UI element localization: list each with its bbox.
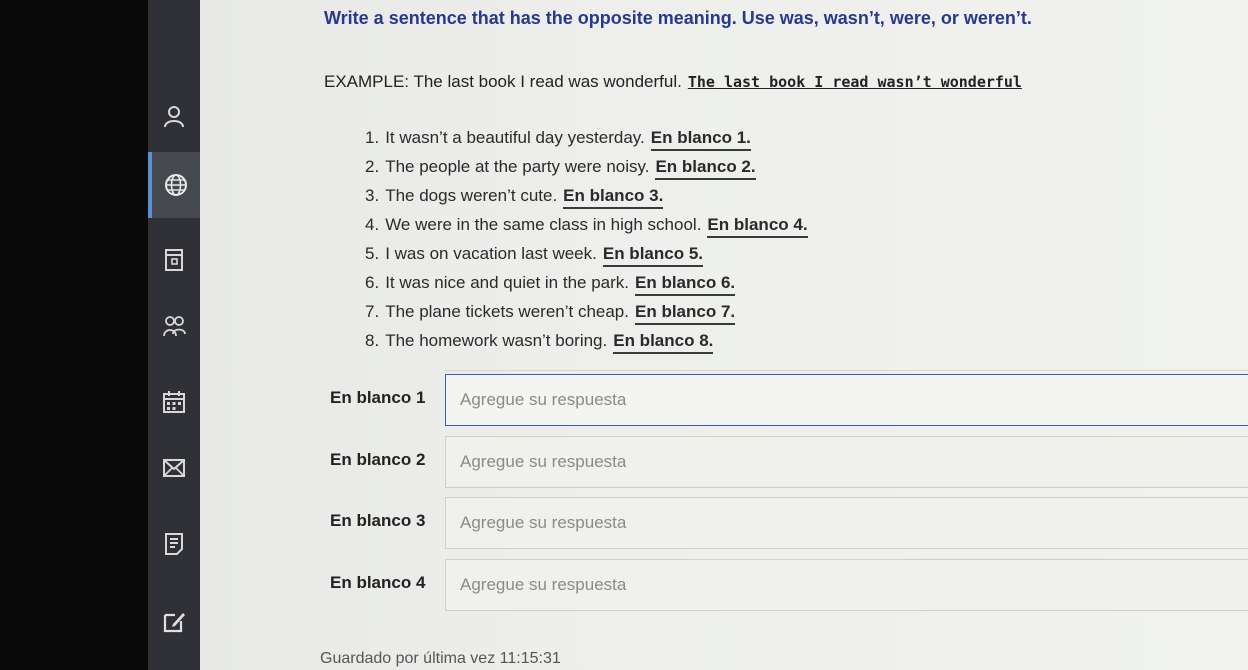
blank-marker[interactable]: En blanco 8. <box>613 331 714 354</box>
people-icon[interactable] <box>148 302 200 350</box>
answer-input-3[interactable] <box>445 497 1248 549</box>
question-text: The dogs weren’t cute. <box>385 186 558 205</box>
inbox-icon[interactable] <box>148 444 200 492</box>
question-item: 3. The dogs weren’t cute. En blanco 3. <box>365 186 808 215</box>
blank-marker[interactable]: En blanco 2. <box>655 157 756 180</box>
screen-bezel <box>0 0 148 670</box>
question-text: The homework wasn’t boring. <box>385 331 608 350</box>
question-number: 1. <box>365 128 380 147</box>
calendar-icon[interactable] <box>148 378 200 426</box>
question-item: 4. We were in the same class in high scho… <box>365 215 808 244</box>
answer-input-2[interactable] <box>445 436 1248 488</box>
instructions: Write a sentence that has the opposite m… <box>324 8 1032 28</box>
example-prefix: EXAMPLE: The last book I read was wonder… <box>324 72 682 91</box>
question-text: The plane tickets weren’t cheap. <box>385 302 629 321</box>
question-text: It wasn’t a beautiful day yesterday. <box>385 128 645 147</box>
answer-label: En blanco 1 <box>330 388 426 407</box>
question-item: 2. The people at the party were noisy. En … <box>365 157 808 186</box>
question-item: 7. The plane tickets weren’t cheap. En bla… <box>365 302 808 331</box>
blank-marker[interactable]: En blanco 4. <box>707 215 808 238</box>
exercise-panel: Write a sentence that has the opposite m… <box>200 0 1248 670</box>
answer-label: En blanco 4 <box>330 573 426 592</box>
question-number: 3. <box>365 186 380 205</box>
answer-label: En blanco 3 <box>330 511 426 530</box>
answer-row: En blanco 3 <box>200 497 1248 553</box>
question-text: I was on vacation last week. <box>385 244 597 263</box>
question-number: 6. <box>365 273 380 292</box>
answer-row: En blanco 2 <box>200 436 1248 492</box>
notes-icon[interactable] <box>148 520 200 568</box>
question-item: 8. The homework wasn’t boring. En blanco 8… <box>365 331 808 360</box>
answer-row: En blanco 1 <box>200 374 1248 430</box>
answer-input-1[interactable] <box>445 374 1248 426</box>
document-icon[interactable] <box>148 236 200 284</box>
question-text: The people at the party were noisy. <box>385 157 650 176</box>
question-list: 1. It wasn’t a beautiful day yesterday. En… <box>365 128 808 360</box>
question-item: 6. It was nice and quiet in the park. En b… <box>365 273 808 302</box>
example: EXAMPLE: The last book I read was wonder… <box>324 72 1022 92</box>
blank-marker[interactable]: En blanco 1. <box>650 128 751 151</box>
example-answer: The last book I read wasn’t wonderful <box>687 73 1022 91</box>
blank-marker[interactable]: En blanco 6. <box>635 273 736 296</box>
divider <box>445 370 1248 371</box>
question-number: 5. <box>365 244 380 263</box>
question-text: It was nice and quiet in the park. <box>385 273 629 292</box>
question-item: 1. It wasn’t a beautiful day yesterday. En… <box>365 128 808 157</box>
person-icon[interactable] <box>148 92 200 140</box>
question-number: 2. <box>365 157 380 176</box>
edit-icon[interactable] <box>148 598 200 646</box>
question-number: 7. <box>365 302 380 321</box>
sidebar <box>148 0 200 670</box>
question-item: 5. I was on vacation last week. En blanco … <box>365 244 808 273</box>
blank-marker[interactable]: En blanco 3. <box>563 186 664 209</box>
question-text: We were in the same class in high school… <box>385 215 702 234</box>
answer-row: En blanco 4 <box>200 559 1248 615</box>
globe-icon[interactable] <box>148 152 200 218</box>
answer-label: En blanco 2 <box>330 450 426 469</box>
blank-marker[interactable]: En blanco 7. <box>635 302 736 325</box>
question-number: 4. <box>365 215 380 234</box>
saved-status: Guardado por última vez 11:15:31 <box>320 650 561 667</box>
answer-input-4[interactable] <box>445 559 1248 611</box>
blank-marker[interactable]: En blanco 5. <box>602 244 703 267</box>
question-number: 8. <box>365 331 380 350</box>
